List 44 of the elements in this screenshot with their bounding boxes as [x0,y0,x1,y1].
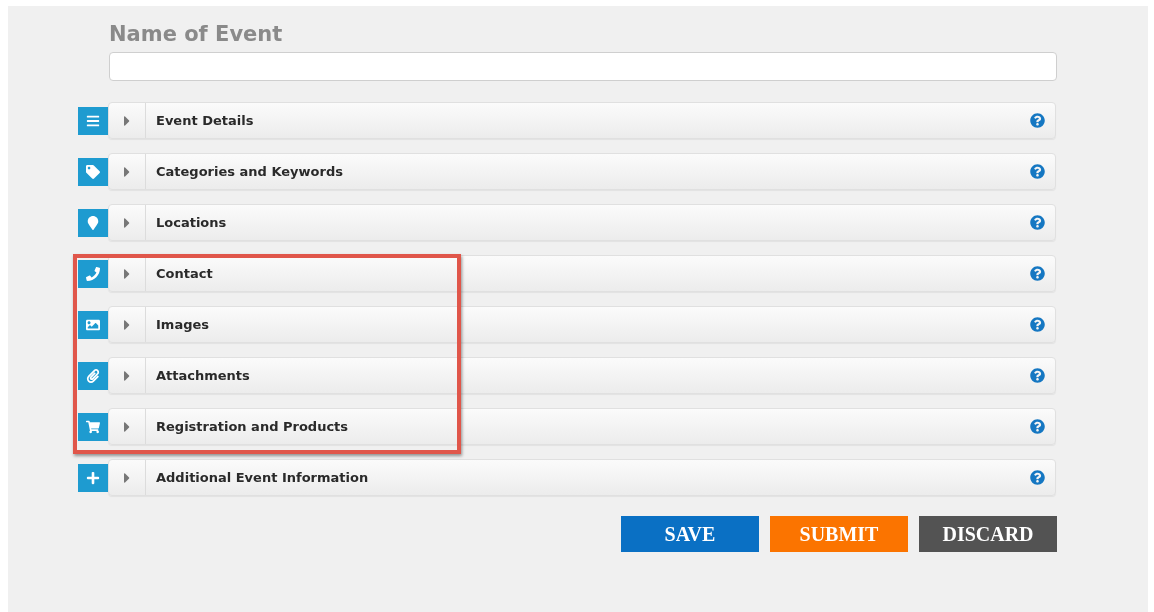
help-button[interactable] [1030,113,1045,128]
image-icon [86,317,100,332]
plus-icon [86,470,100,485]
help-icon [1030,266,1045,281]
section-label: Event Details [156,113,255,128]
list-icon [86,113,100,128]
cart-icon [86,419,100,434]
section-header[interactable]: Contact [108,255,1056,292]
help-icon [1030,164,1045,179]
section-label: Registration and Products [156,419,350,434]
section-label: Attachments [156,368,251,383]
help-button[interactable] [1030,266,1045,281]
paperclip-icon [86,368,100,383]
help-icon [1030,470,1045,485]
section-header[interactable]: Categories and Keywords [108,153,1056,190]
help-button[interactable] [1030,368,1045,383]
section-header[interactable]: Registration and Products [108,408,1056,445]
section-label: Additional Event Information [156,470,370,485]
section-label: Locations [156,215,228,230]
section-header[interactable]: Attachments [108,357,1056,394]
section-label: Categories and Keywords [156,164,344,179]
section-label: Contact [156,266,214,281]
section-header[interactable]: Locations [108,204,1056,241]
map-pin-icon [86,215,100,230]
form-title: Name of Event [109,22,284,46]
event-name-field[interactable] [109,52,1057,81]
help-button[interactable] [1030,215,1045,230]
section-header[interactable]: Additional Event Information [108,459,1056,496]
help-icon [1030,368,1045,383]
help-icon [1030,317,1045,332]
help-icon [1030,215,1045,230]
phone-icon [86,266,100,281]
tag-icon [86,164,100,179]
discard-button[interactable]: DISCARD [919,516,1057,552]
help-button[interactable] [1030,470,1045,485]
section-label: Images [156,317,210,332]
help-icon [1030,419,1045,434]
help-icon [1030,113,1045,128]
help-button[interactable] [1030,317,1045,332]
help-button[interactable] [1030,164,1045,179]
save-button[interactable]: SAVE [621,516,759,552]
section-header[interactable]: Images [108,306,1056,343]
section-header[interactable]: Event Details [108,102,1056,139]
help-button[interactable] [1030,419,1045,434]
